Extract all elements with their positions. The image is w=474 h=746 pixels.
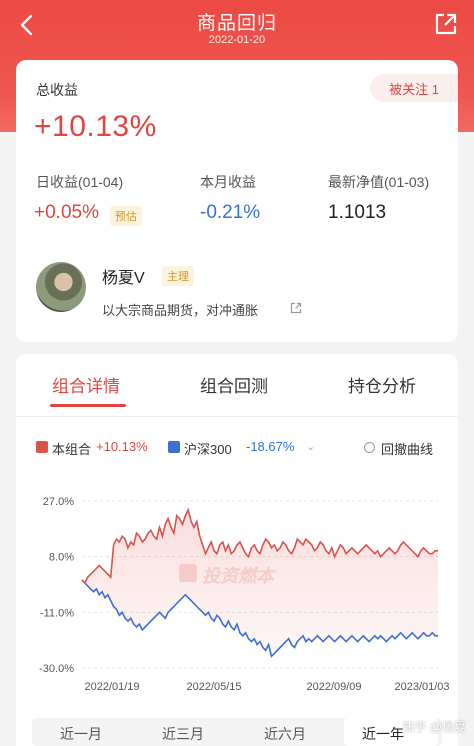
- x-tick-label: 2023/01/03: [394, 681, 449, 693]
- author-name[interactable]: 杨夏V: [102, 264, 145, 288]
- daily-return-value: +0.05%: [34, 202, 99, 223]
- nav-bar: 商品回归 2022-01-20: [0, 0, 474, 56]
- nav-value-label: 最新净值(01-03): [328, 174, 430, 190]
- total-return-value: +10.13%: [34, 110, 157, 143]
- monthly-return-label: 本月收益: [200, 174, 256, 190]
- x-tick-label: 2022/09/09: [306, 681, 361, 693]
- author-description: 以大宗商品期货，对冲通胀: [102, 303, 259, 318]
- y-tick-label: -30.0%: [39, 663, 74, 675]
- y-tick-label: 27.0%: [43, 496, 74, 508]
- detail-card: 组合详情 组合回测 持仓分析 本组合 +10.13% 沪深300 -18.67%…: [16, 354, 458, 746]
- period-1m[interactable]: 近一月: [60, 724, 102, 744]
- monthly-return-value: -0.21%: [200, 202, 261, 223]
- share-icon: [435, 13, 457, 35]
- daily-return-label: 日收益(01-04): [36, 174, 124, 190]
- y-tick-label: -11.0%: [40, 607, 74, 619]
- avatar[interactable]: [36, 262, 86, 312]
- x-tick-label: 2022/01/19: [84, 681, 139, 693]
- return-chart: 27.0% 8.0% -11.0% -30.0% 2022/01/19 2022/05/…: [39, 496, 449, 693]
- external-link-icon[interactable]: [290, 302, 302, 314]
- summary-card: 总收益 被关注 1 +10.13% 日收益(01-04) +0.05% 预估 本…: [16, 60, 458, 342]
- author-role-tag: 主理: [162, 266, 194, 286]
- watermark-logo-icon: [179, 564, 197, 582]
- x-tick-label: 2022/05/15: [186, 681, 241, 693]
- nav-value: 1.1013: [328, 202, 387, 223]
- period-1y[interactable]: 近一年: [362, 724, 404, 744]
- watermark-text: 投资燃本: [202, 566, 274, 586]
- period-3m[interactable]: 近三月: [162, 724, 204, 744]
- y-tick-label: 8.0%: [49, 552, 74, 564]
- total-return-label: 总收益: [36, 82, 78, 98]
- period-6m[interactable]: 近六月: [264, 724, 306, 744]
- follow-count-badge[interactable]: 被关注 1: [370, 74, 458, 102]
- page-date: 2022-01-20: [208, 34, 266, 46]
- page-title: 商品回归: [196, 13, 277, 34]
- estimate-tag: 预估: [110, 206, 142, 226]
- watermark-credit: 知乎 @杨夏: [402, 720, 466, 734]
- share-button[interactable]: [434, 12, 460, 38]
